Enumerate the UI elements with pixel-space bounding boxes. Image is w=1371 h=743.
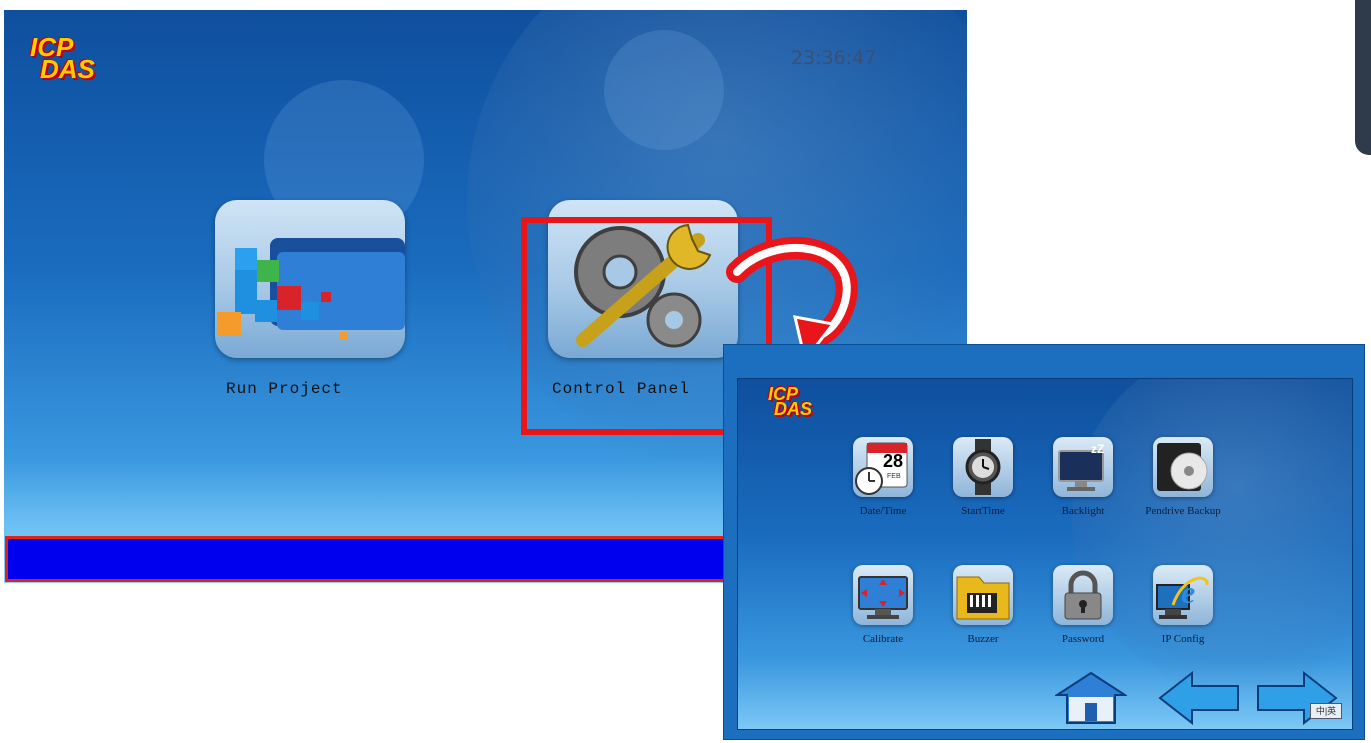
control-panel-button[interactable] <box>548 200 738 358</box>
folder-blocks-icon <box>217 238 405 340</box>
icpdas-logo: ICP DAS <box>30 34 95 85</box>
monitor-calibrate-icon <box>853 565 913 625</box>
calibrate-label: Calibrate <box>862 633 904 645</box>
backlight-item[interactable]: zZ Backlight <box>1033 437 1133 527</box>
svg-text:zZ: zZ <box>1091 442 1104 456</box>
watch-icon <box>953 437 1013 497</box>
padlock-icon <box>1053 565 1113 625</box>
backlight-label: Backlight <box>1061 505 1105 517</box>
pendrive-backup-item[interactable]: Pendrive Backup <box>1133 437 1233 527</box>
ip-config-item[interactable]: e IP Config <box>1133 565 1233 655</box>
gears-wrench-icon <box>574 223 712 348</box>
status-bar <box>5 536 733 582</box>
ip-config-label: IP Config <box>1161 633 1205 645</box>
home-icon[interactable] <box>1055 671 1127 725</box>
date-time-item[interactable]: 28 FEB Date/Time <box>833 437 933 527</box>
clock-display: 23:36:47 <box>791 47 877 69</box>
bokeh-circle <box>604 30 724 150</box>
logo-line2: DAS <box>40 54 95 85</box>
ie-network-icon: e <box>1153 565 1213 625</box>
starttime-item[interactable]: StartTime <box>933 437 1033 527</box>
calendar-month: FEB <box>887 473 901 480</box>
side-panel-edge <box>1355 0 1371 155</box>
calibrate-item[interactable]: Calibrate <box>833 565 933 655</box>
pendrive-backup-label: Pendrive Backup <box>1145 505 1221 517</box>
control-panel-screen: ICP DAS 28 FEB Date/Time StartTime zZ Ba… <box>737 378 1353 730</box>
buzzer-item[interactable]: Buzzer <box>933 565 1033 655</box>
calendar-day: 28 <box>883 451 904 471</box>
date-time-label: Date/Time <box>859 505 907 517</box>
calendar-clock-icon: 28 FEB <box>853 437 913 497</box>
run-project-button[interactable] <box>215 200 405 358</box>
buzzer-label: Buzzer <box>967 633 999 645</box>
icpdas-logo: ICP DAS <box>768 385 813 420</box>
arrow-left-icon[interactable] <box>1158 671 1240 725</box>
password-label: Password <box>1061 633 1105 645</box>
starttime-label: StartTime <box>961 505 1005 517</box>
logo-line2: DAS <box>774 399 813 420</box>
run-project-label: Run Project <box>226 380 343 398</box>
language-toggle[interactable]: 中|英 <box>1310 703 1342 719</box>
buzzer-icon <box>953 565 1013 625</box>
password-item[interactable]: Password <box>1033 565 1133 655</box>
disc-icon <box>1153 437 1213 497</box>
monitor-sleep-icon: zZ <box>1053 437 1113 497</box>
control-panel-label: Control Panel <box>552 380 690 398</box>
control-panel-preview: ICP DAS 28 FEB Date/Time StartTime zZ Ba… <box>723 344 1365 740</box>
